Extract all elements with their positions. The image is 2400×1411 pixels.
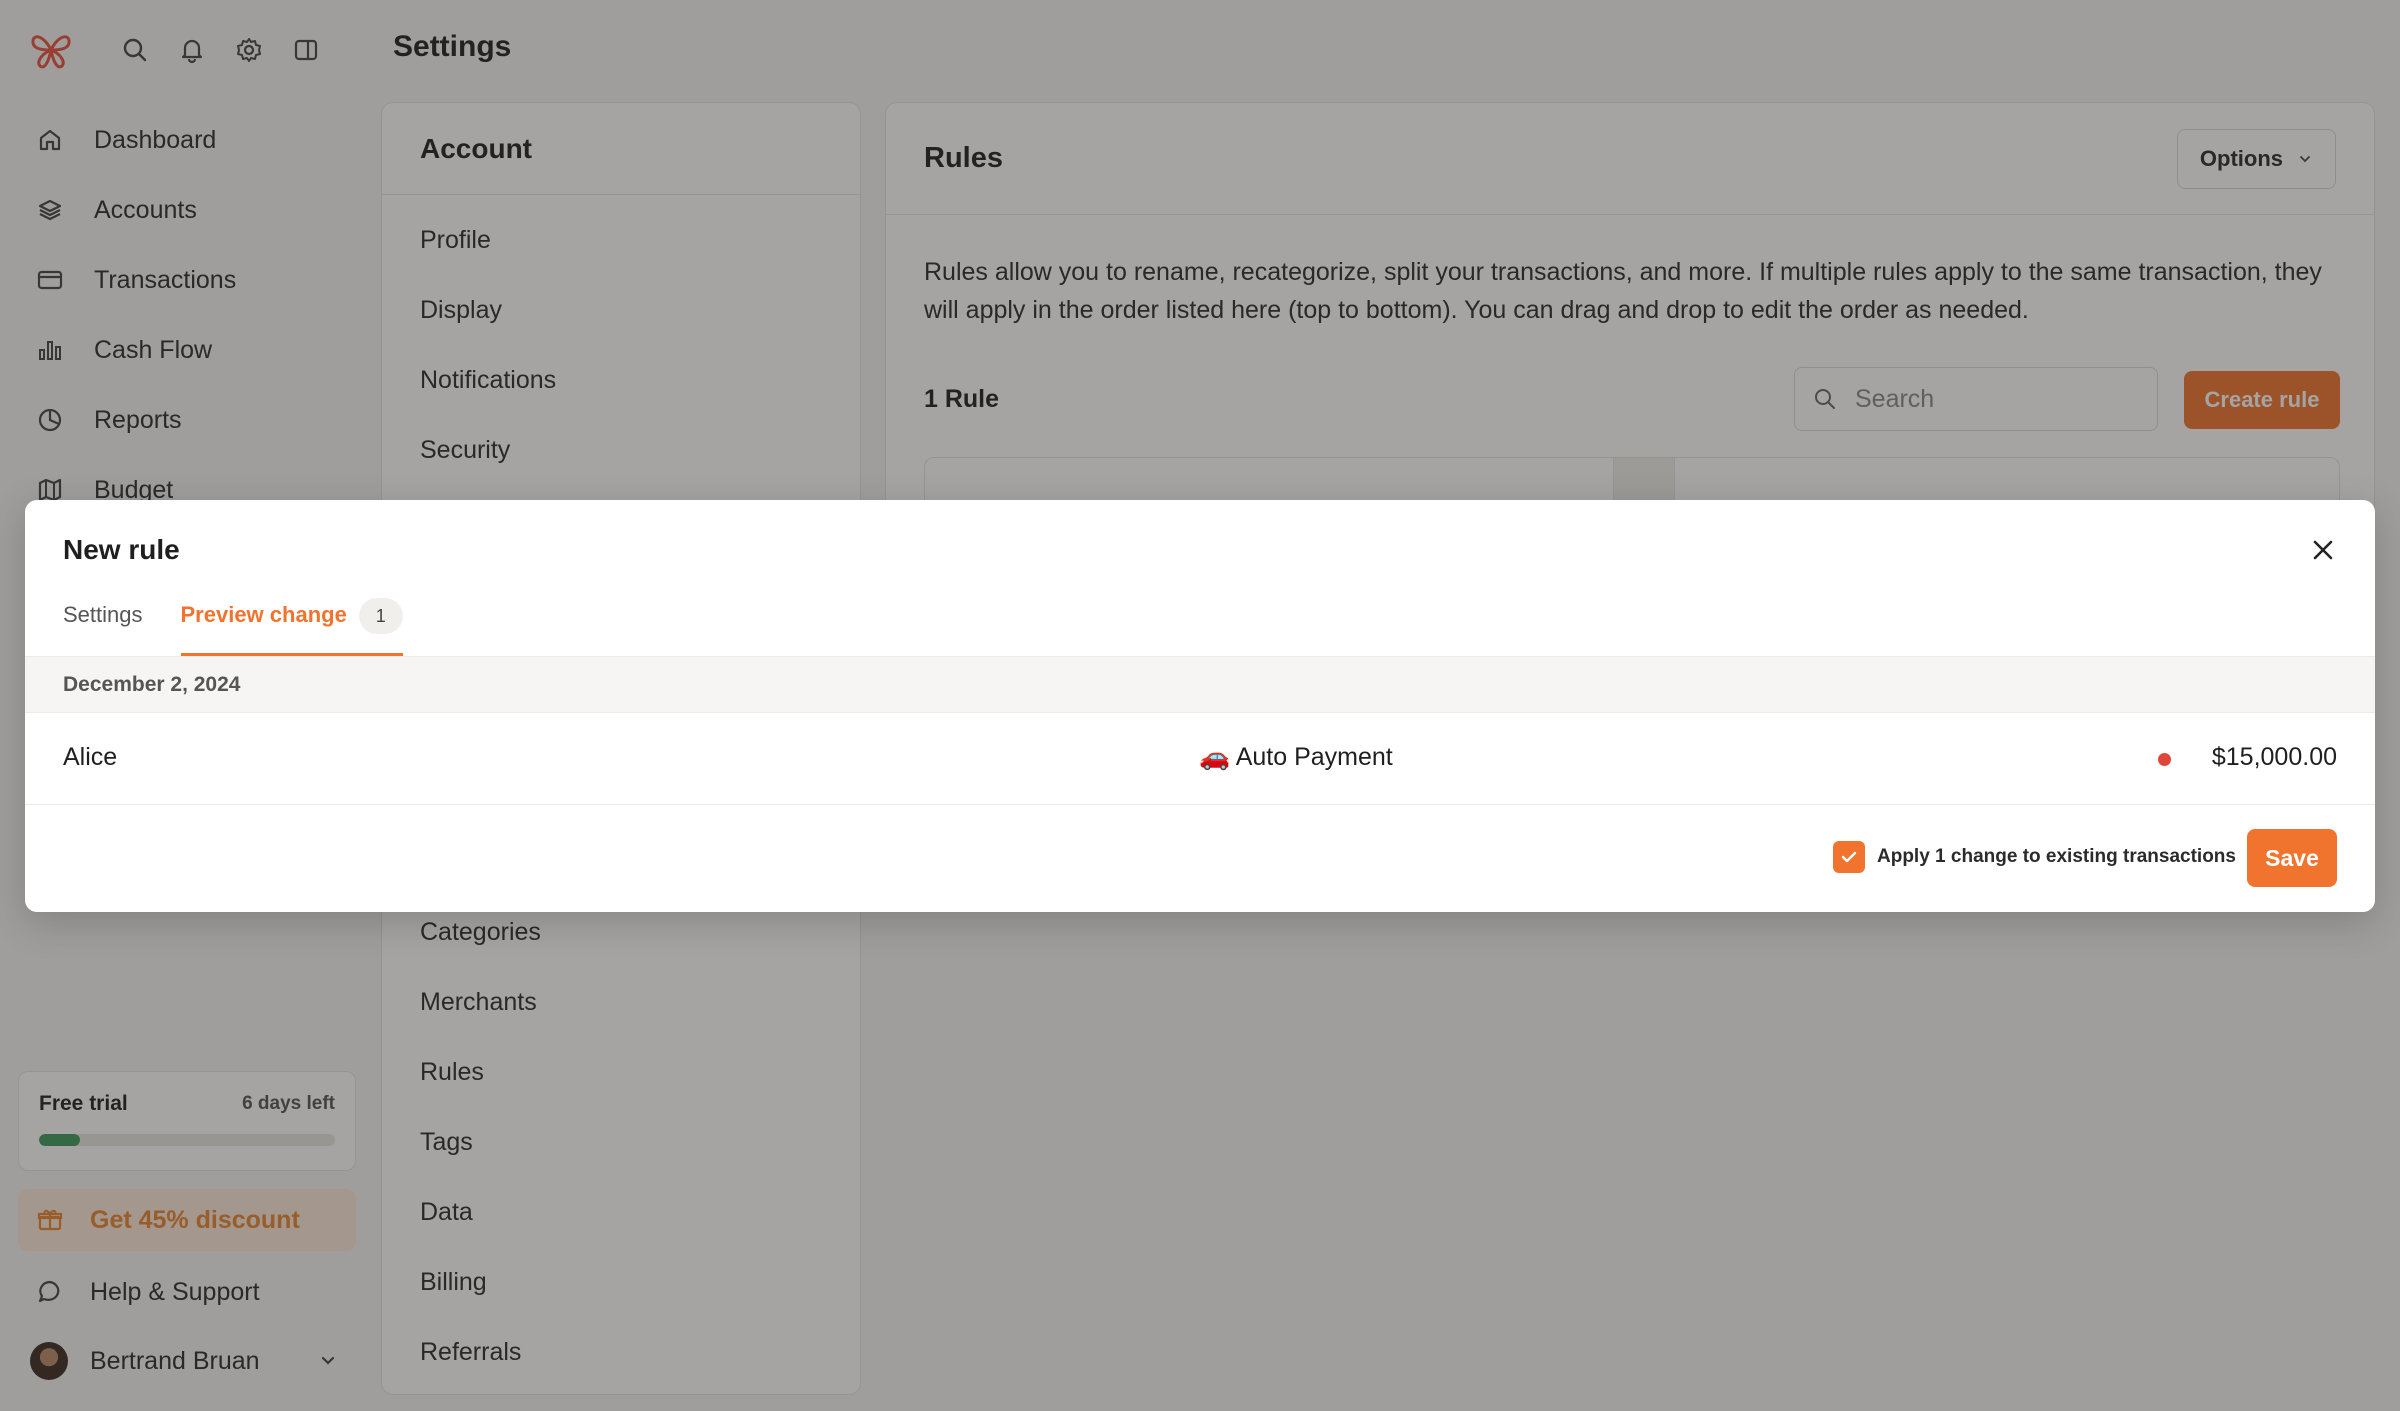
status-dot — [2158, 753, 2171, 766]
modal-title: New rule — [63, 534, 180, 565]
transaction-amount: $15,000.00 — [2211, 743, 2337, 771]
apply-changes-label: Apply 1 change to existing transactions — [1877, 846, 2236, 867]
modal-tabs: Settings Preview change 1 — [63, 596, 441, 656]
close-icon[interactable] — [2307, 534, 2339, 566]
table-row[interactable]: Alice 🚗 Auto Payment $15,000.00 — [25, 713, 2375, 805]
tab-label: Preview change — [180, 602, 347, 627]
tab-settings[interactable]: Settings — [63, 596, 143, 656]
transaction-merchant: Alice — [63, 743, 118, 771]
tab-count-badge: 1 — [358, 598, 403, 634]
tab-preview-change[interactable]: Preview change 1 — [180, 596, 403, 656]
save-button[interactable]: Save — [2247, 829, 2337, 887]
transaction-category: 🚗 Auto Payment — [1199, 743, 1393, 771]
transaction-date-header: December 2, 2024 — [25, 656, 2375, 713]
tab-label: Settings — [63, 602, 143, 627]
new-rule-modal: New rule Settings Preview change 1 Decem… — [25, 500, 2375, 912]
apply-changes-checkbox[interactable] — [1833, 841, 1865, 873]
